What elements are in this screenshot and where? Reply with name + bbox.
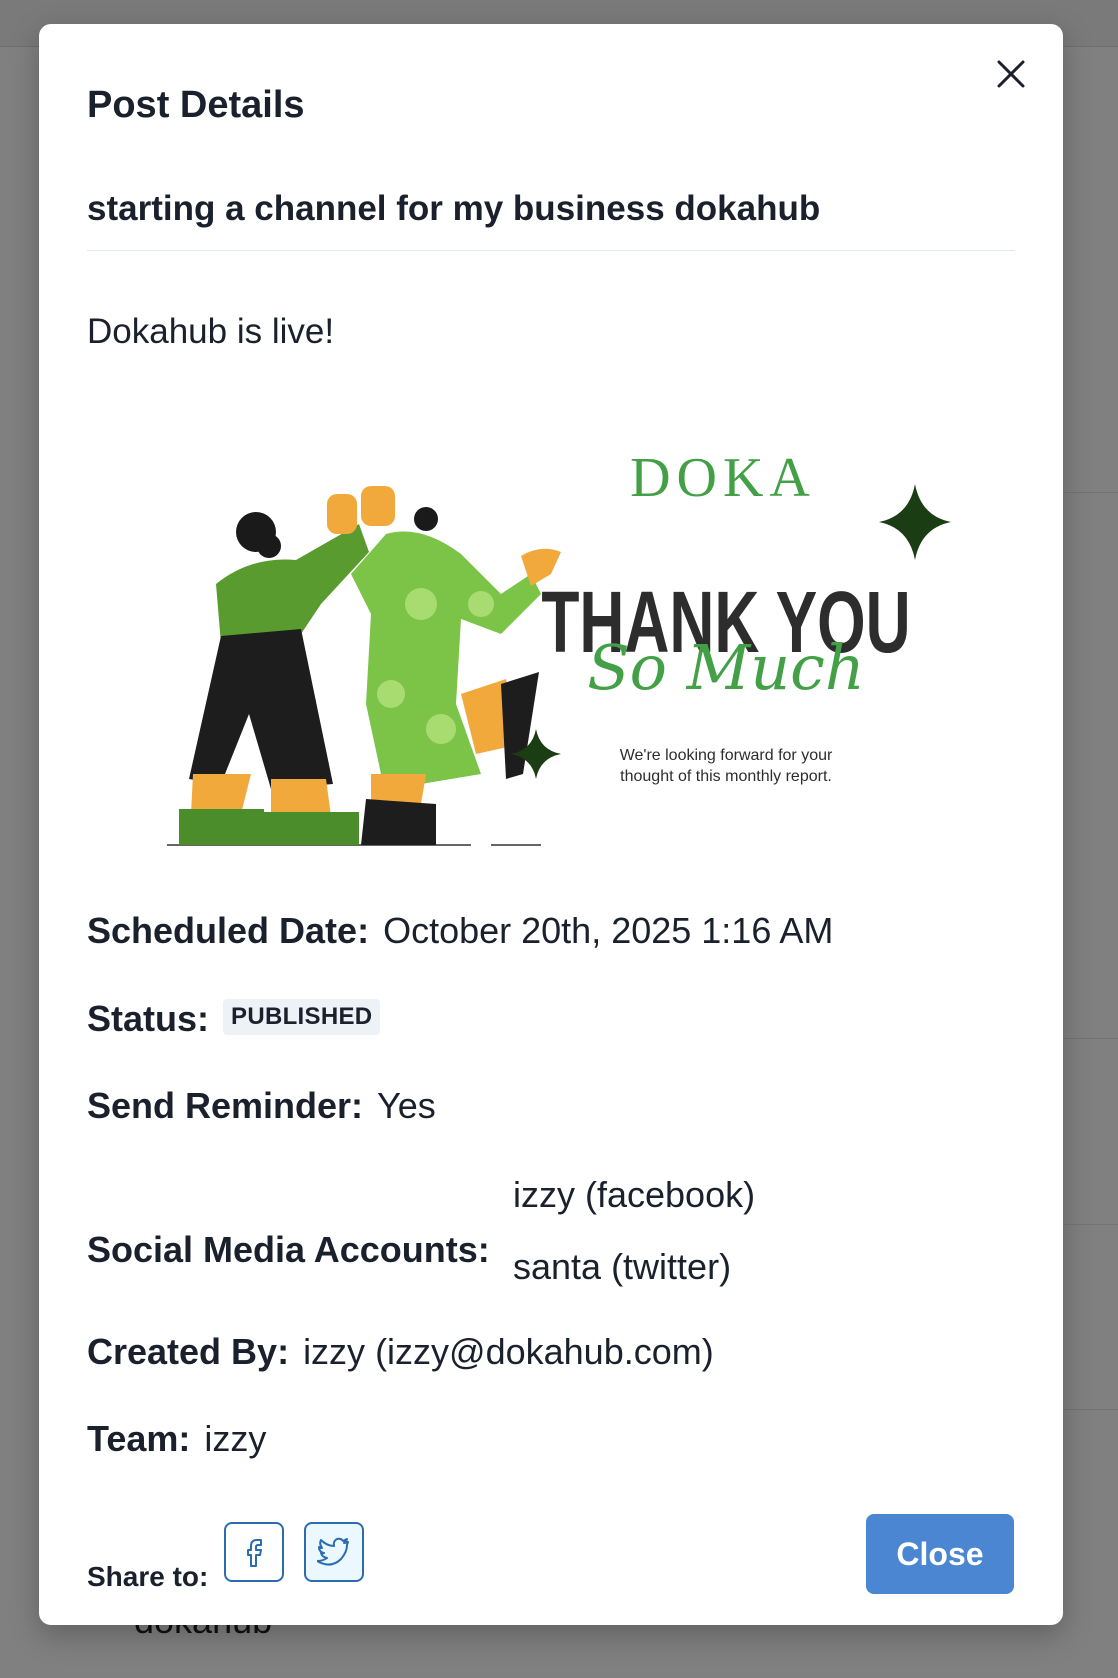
post-title: starting a channel for my business dokah… (87, 189, 821, 228)
send-reminder-label: Send Reminder: (87, 1085, 364, 1126)
social-accounts-label: Social Media Accounts: (87, 1229, 490, 1270)
created-by-label: Created By: (87, 1331, 290, 1372)
team-value: izzy (204, 1418, 267, 1459)
background-divider (1064, 1409, 1118, 1410)
created-by-value: izzy (izzy@dokahub.com) (303, 1331, 714, 1372)
status-badge: PUBLISHED (223, 999, 381, 1036)
caption-line-2: thought of this monthly report. (620, 768, 832, 785)
caption-line-1: We're looking forward for your (620, 747, 833, 764)
send-reminder-row: Send Reminder: Yes (87, 1085, 436, 1127)
send-reminder-value: Yes (377, 1085, 436, 1126)
script-text: So Much (587, 631, 865, 704)
close-button[interactable]: Close (866, 1514, 1014, 1594)
background-divider (1064, 1038, 1118, 1039)
scheduled-date-row: Scheduled Date: October 20th, 2025 1:16 A… (87, 910, 833, 952)
scheduled-date-label: Scheduled Date: (87, 910, 370, 951)
share-twitter-button[interactable] (304, 1522, 364, 1582)
social-account-item: izzy (facebook) (513, 1174, 756, 1215)
social-account-item: santa (twitter) (513, 1246, 732, 1287)
background-divider (1064, 492, 1118, 493)
share-label: Share to: (87, 1561, 209, 1592)
modal-title: Post Details (87, 84, 305, 126)
post-body: Dokahub is live! (87, 312, 335, 351)
sparkle-star (879, 484, 951, 560)
right-figure-illustration (351, 486, 561, 845)
team-row: Team: izzy (87, 1418, 266, 1460)
share-facebook-button[interactable] (224, 1522, 284, 1582)
post-details-modal: Post Details starting a channel for my b… (39, 24, 1063, 1625)
divider (87, 250, 1015, 251)
brand-text: DOKA (630, 447, 816, 509)
post-image: DOKA THANK YOU So Much We're looking for… (167, 447, 951, 846)
status-row: Status: PUBLISHED (87, 998, 381, 1040)
scheduled-date-value: October 20th, 2025 1:16 AM (383, 910, 834, 951)
close-icon[interactable] (989, 52, 1033, 96)
status-label: Status: (87, 998, 210, 1039)
created-by-row: Created By: izzy (izzy@dokahub.com) (87, 1331, 714, 1373)
background-divider (1064, 1224, 1118, 1225)
left-figure-illustration (179, 494, 369, 845)
team-label: Team: (87, 1418, 191, 1459)
facebook-icon (247, 1539, 262, 1567)
twitter-icon (317, 1537, 349, 1566)
